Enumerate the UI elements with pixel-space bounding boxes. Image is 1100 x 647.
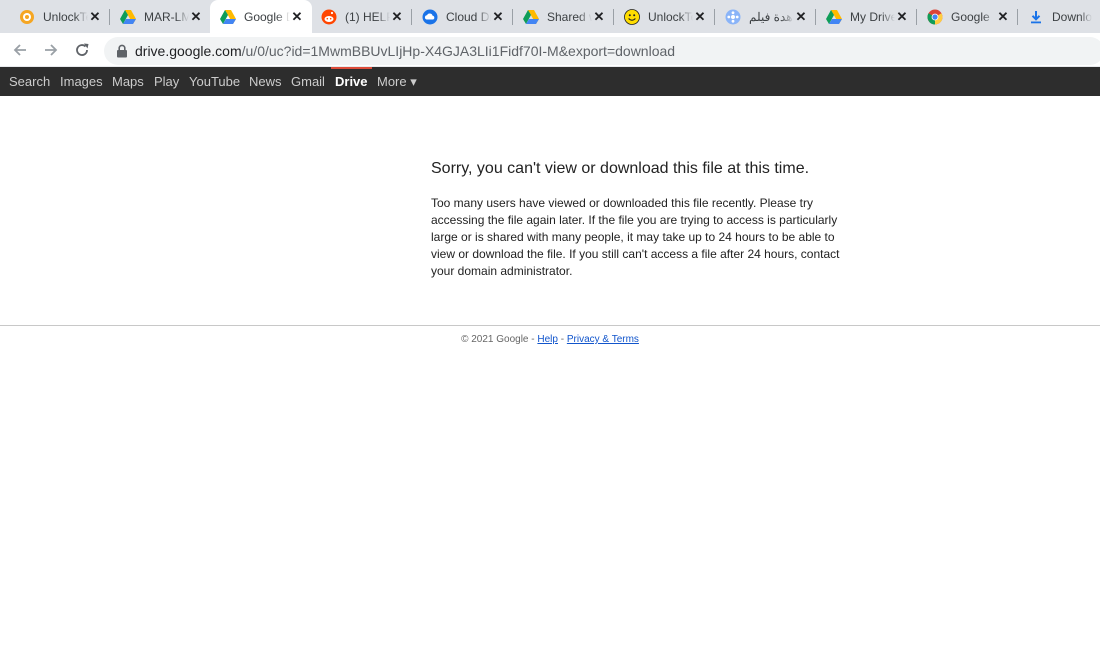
gbar-maps[interactable]: Maps [112, 67, 144, 96]
tab-arabic-film[interactable]: مشاهدة فيلم ✕ [715, 0, 816, 33]
tab-download[interactable]: Download [1018, 0, 1100, 33]
browser-toolbar: drive.google.com/u/0/uc?id=1MwmBBUvLIjHp… [0, 33, 1100, 67]
tab-title: Download [1052, 9, 1092, 24]
tab-title: Shared with me [547, 9, 592, 24]
tab-cloud-drive[interactable]: Cloud Drive ✕ [412, 0, 513, 33]
tab-title: (1) HELP [345, 9, 390, 24]
footer-divider [0, 325, 1100, 326]
close-icon[interactable]: ✕ [189, 9, 203, 24]
close-icon[interactable]: ✕ [592, 9, 606, 24]
google-drive-icon [523, 9, 539, 25]
tab-title: My Drive [850, 9, 895, 24]
help-link[interactable]: Help [537, 334, 558, 345]
tab-unlocktech-2[interactable]: UnlockTech ✕ [614, 0, 715, 33]
gbar-more[interactable]: More ▾ [377, 67, 417, 96]
tab-title: MAR-LMDI [144, 9, 189, 24]
film-reel-icon [725, 9, 741, 25]
close-icon[interactable]: ✕ [895, 9, 909, 24]
gbar-gmail[interactable]: Gmail [291, 67, 325, 96]
tab-title: Google Drive [244, 9, 290, 24]
close-icon[interactable]: ✕ [491, 9, 505, 24]
error-title: Sorry, you can't view or download this f… [431, 160, 810, 177]
tab-title: UnlockTechInsider [43, 9, 88, 24]
tab-strip: UnlockTechInsider ✕ MAR-LMDI ✕ Google Dr… [0, 0, 1100, 33]
gbar-news[interactable]: News [249, 67, 282, 96]
tab-title: Google [951, 9, 990, 24]
reload-icon[interactable] [71, 39, 93, 61]
page-footer: © 2021 Google - Help - Privacy & Terms [0, 334, 1100, 345]
google-drive-icon [220, 9, 236, 25]
reddit-alien-icon [321, 9, 337, 25]
close-icon[interactable]: ✕ [996, 9, 1010, 24]
tab-my-drive[interactable]: My Drive ✕ [816, 0, 917, 33]
smiley-icon [624, 8, 640, 25]
url-path: /u/0/uc?id=1MwmBBUvLIjHp-X4GJA3LIi1Fidf7… [241, 43, 676, 59]
gbar-youtube[interactable]: YouTube [189, 67, 240, 96]
tab-shared-with-me[interactable]: Shared with me ✕ [513, 0, 614, 33]
url-host: drive.google.com [135, 43, 242, 59]
close-icon[interactable]: ✕ [88, 9, 102, 24]
url-text: drive.google.com/u/0/uc?id=1MwmBBUvLIjHp… [135, 43, 675, 59]
gbar-play[interactable]: Play [154, 67, 179, 96]
google-nav-bar: Search Images Maps Play YouTube News Gma… [0, 67, 1100, 96]
tab-title: Cloud Drive [446, 9, 491, 24]
address-bar[interactable]: drive.google.com/u/0/uc?id=1MwmBBUvLIjHp… [104, 37, 1100, 65]
google-drive-icon [120, 9, 136, 25]
cloud-drive-icon [422, 9, 438, 25]
close-icon[interactable]: ✕ [390, 9, 404, 24]
lock-icon[interactable] [116, 44, 128, 63]
tab-title: UnlockTech [648, 9, 693, 24]
tab-title: مشاهدة فيلم [749, 9, 794, 24]
gbar-drive[interactable]: Drive [335, 67, 368, 96]
close-icon[interactable]: ✕ [794, 9, 808, 24]
error-message-panel: Sorry, you can't view or download this f… [431, 158, 861, 280]
forward-arrow-icon[interactable] [40, 39, 62, 61]
google-drive-icon [826, 9, 842, 25]
privacy-terms-link[interactable]: Privacy & Terms [567, 334, 639, 345]
unlock-icon [19, 9, 35, 25]
close-icon[interactable]: ✕ [693, 9, 707, 24]
close-icon[interactable]: ✕ [290, 9, 304, 24]
tab-google[interactable]: Google ✕ [917, 0, 1018, 33]
download-icon [1028, 9, 1044, 25]
footer-separator: - [557, 334, 567, 345]
gbar-images[interactable]: Images [60, 67, 103, 96]
error-description: Too many users have viewed or downloaded… [431, 196, 840, 278]
tab-mar-lmdi[interactable]: MAR-LMDI ✕ [110, 0, 211, 33]
copyright-text: © 2021 Google - [461, 334, 538, 345]
gbar-search[interactable]: Search [9, 67, 50, 96]
tab-unlocktech[interactable]: UnlockTechInsider ✕ [9, 0, 110, 33]
tab-google-drive-active[interactable]: Google Drive ✕ [210, 0, 312, 33]
back-arrow-icon[interactable] [9, 39, 31, 61]
chrome-icon [927, 9, 943, 25]
tab-help-reddit[interactable]: (1) HELP ✕ [311, 0, 412, 33]
